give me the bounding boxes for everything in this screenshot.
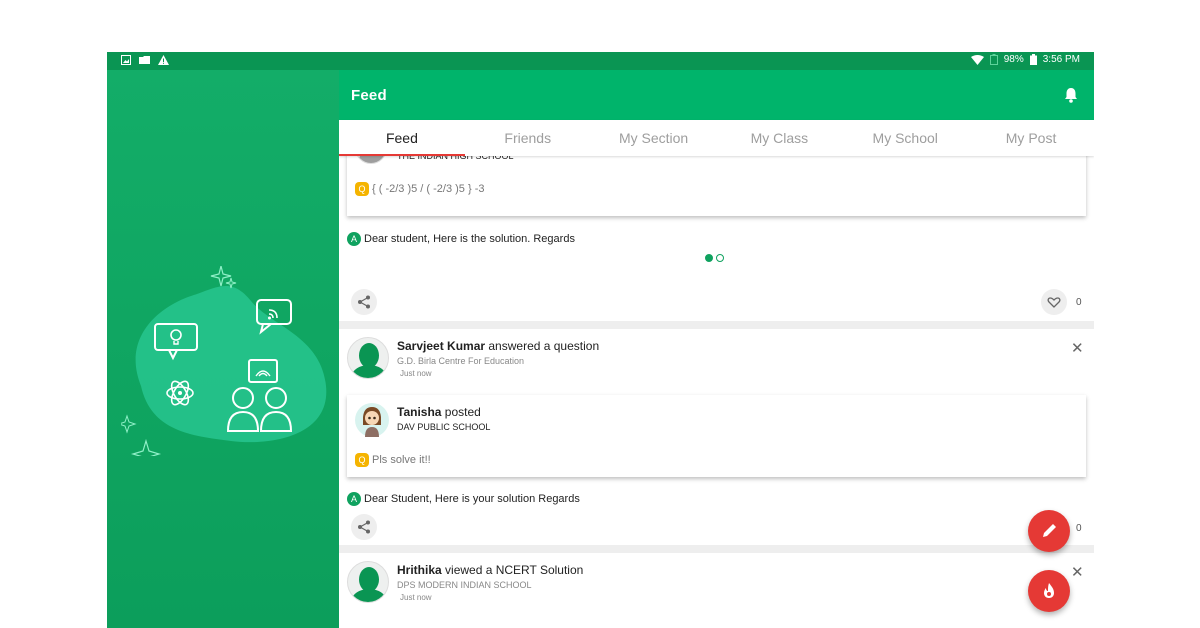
question-post[interactable]: THE INDIAN HIGH SCHOOL Q{ ( -2/3 )5 / ( … <box>347 132 1086 216</box>
like-button[interactable] <box>1041 289 1067 315</box>
question-post[interactable]: Tanisha posted DAV PUBLIC SCHOOL Q Pls so… <box>347 395 1086 477</box>
like-count: 0 <box>1076 297 1082 308</box>
pencil-icon <box>1043 524 1056 537</box>
carousel-dot[interactable] <box>716 254 724 262</box>
tab-my-section[interactable]: My Section <box>591 120 717 156</box>
learning-illustration <box>121 266 327 456</box>
like-count: 0 <box>1076 523 1082 534</box>
avatar <box>355 403 389 437</box>
feed-screen: Feed Feed Friends My Section My Class My… <box>339 70 1094 628</box>
compose-fab[interactable] <box>1028 510 1070 552</box>
answer-badge: A <box>347 492 361 506</box>
wifi-icon <box>970 54 984 65</box>
status-notifications <box>121 55 169 65</box>
activity-title: Sarvjeet Kumar answered a question <box>397 339 600 353</box>
feed-card[interactable]: Sarvjeet Kumar answered a question G.D. … <box>339 329 1094 545</box>
tab-friends[interactable]: Friends <box>465 120 591 156</box>
bell-icon[interactable] <box>1062 86 1080 104</box>
app-window: 98% 3:56 PM Feed Feed Friends My Section… <box>107 52 1094 628</box>
status-bar: 98% 3:56 PM <box>107 52 1094 70</box>
battery-percent: 98% <box>1003 54 1024 65</box>
battery-icon <box>1029 54 1037 65</box>
post-time: Just now <box>400 369 432 378</box>
side-illustration-panel <box>107 70 339 628</box>
question-badge: Q <box>355 453 369 467</box>
close-icon[interactable]: ✕ <box>1071 339 1084 357</box>
app-bar: Feed <box>339 70 1094 120</box>
avatar <box>347 337 389 379</box>
fire-icon <box>1044 583 1054 598</box>
tab-feed[interactable]: Feed <box>339 120 465 156</box>
carousel-dot-active[interactable] <box>705 254 713 262</box>
question-badge: Q <box>355 182 369 196</box>
trending-fab[interactable] <box>1028 570 1070 612</box>
feed-list: THE INDIAN HIGH SCHOOL Q{ ( -2/3 )5 / ( … <box>339 132 1094 628</box>
image-notification-icon <box>121 55 131 65</box>
feed-tabs: Feed Friends My Section My Class My Scho… <box>339 120 1094 156</box>
tab-my-school[interactable]: My School <box>842 120 968 156</box>
folder-notification-icon <box>139 56 150 64</box>
feed-card[interactable]: Hrithika viewed a NCERT Solution DPS MOD… <box>339 553 1094 628</box>
question-text: Q{ ( -2/3 )5 / ( -2/3 )5 } -3 <box>355 182 485 196</box>
share-icon <box>358 295 370 309</box>
post-time: Just now <box>400 593 432 602</box>
answer-text: A Dear student, Here is the solution. Reg… <box>347 232 575 246</box>
user-school: DPS MODERN INDIAN SCHOOL <box>397 580 532 590</box>
user-school: G.D. Birla Centre For Education <box>397 356 525 366</box>
tab-my-post[interactable]: My Post <box>968 120 1094 156</box>
battery-saver-icon <box>989 54 998 65</box>
carousel-indicator[interactable] <box>705 254 724 262</box>
share-button[interactable] <box>351 289 377 315</box>
warning-icon <box>158 55 169 65</box>
poster-title: Tanisha posted <box>397 405 481 419</box>
avatar <box>347 561 389 603</box>
question-text: Q Pls solve it!! <box>355 453 431 467</box>
page-title: Feed <box>351 87 387 104</box>
share-button[interactable] <box>351 514 377 540</box>
feed-card[interactable]: THE INDIAN HIGH SCHOOL Q{ ( -2/3 )5 / ( … <box>339 132 1094 321</box>
status-system: 98% 3:56 PM <box>970 54 1080 65</box>
answer-badge: A <box>347 232 361 246</box>
close-icon[interactable]: ✕ <box>1071 563 1084 581</box>
tab-my-class[interactable]: My Class <box>716 120 842 156</box>
activity-title: Hrithika viewed a NCERT Solution <box>397 563 584 577</box>
answer-text: A Dear Student, Here is your solution Reg… <box>347 492 580 506</box>
share-icon <box>358 520 370 534</box>
clock: 3:56 PM <box>1042 54 1080 65</box>
heart-icon <box>1047 297 1061 308</box>
poster-school: DAV PUBLIC SCHOOL <box>397 422 491 432</box>
